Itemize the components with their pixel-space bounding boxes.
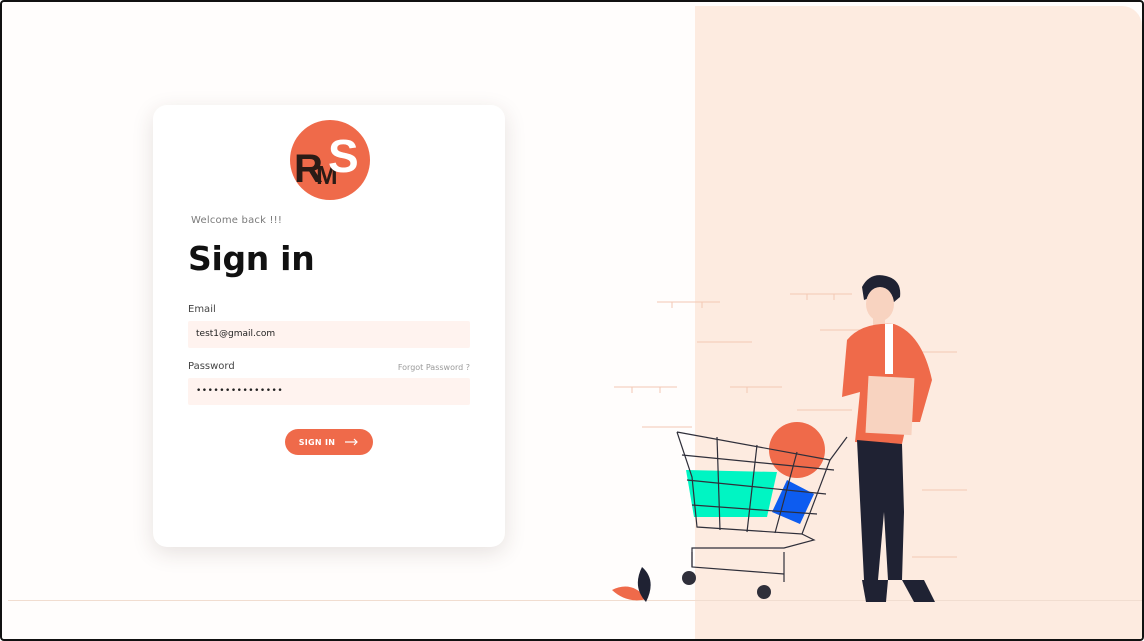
arrow-right-icon (345, 438, 359, 446)
person-figure (842, 275, 935, 602)
email-field[interactable] (188, 321, 470, 348)
page-title: Sign in (188, 239, 315, 278)
svg-text:S: S (328, 130, 359, 182)
signin-button[interactable]: SIGN IN (285, 429, 373, 455)
app-window: R M S Welcome back !!! Sign in Email Pas… (0, 0, 1144, 641)
shopping-cart (676, 422, 848, 599)
welcome-text: Welcome back !!! (191, 215, 283, 226)
rms-logo-icon: R M S (290, 120, 370, 200)
shopping-illustration (612, 275, 967, 602)
password-field[interactable] (188, 378, 470, 405)
email-label: Email (188, 304, 216, 315)
signin-card: R M S Welcome back !!! Sign in Email Pas… (153, 105, 505, 547)
forgot-password-link[interactable]: Forgot Password ? (398, 363, 470, 372)
signin-button-label: SIGN IN (298, 437, 336, 447)
password-label: Password (188, 361, 235, 372)
